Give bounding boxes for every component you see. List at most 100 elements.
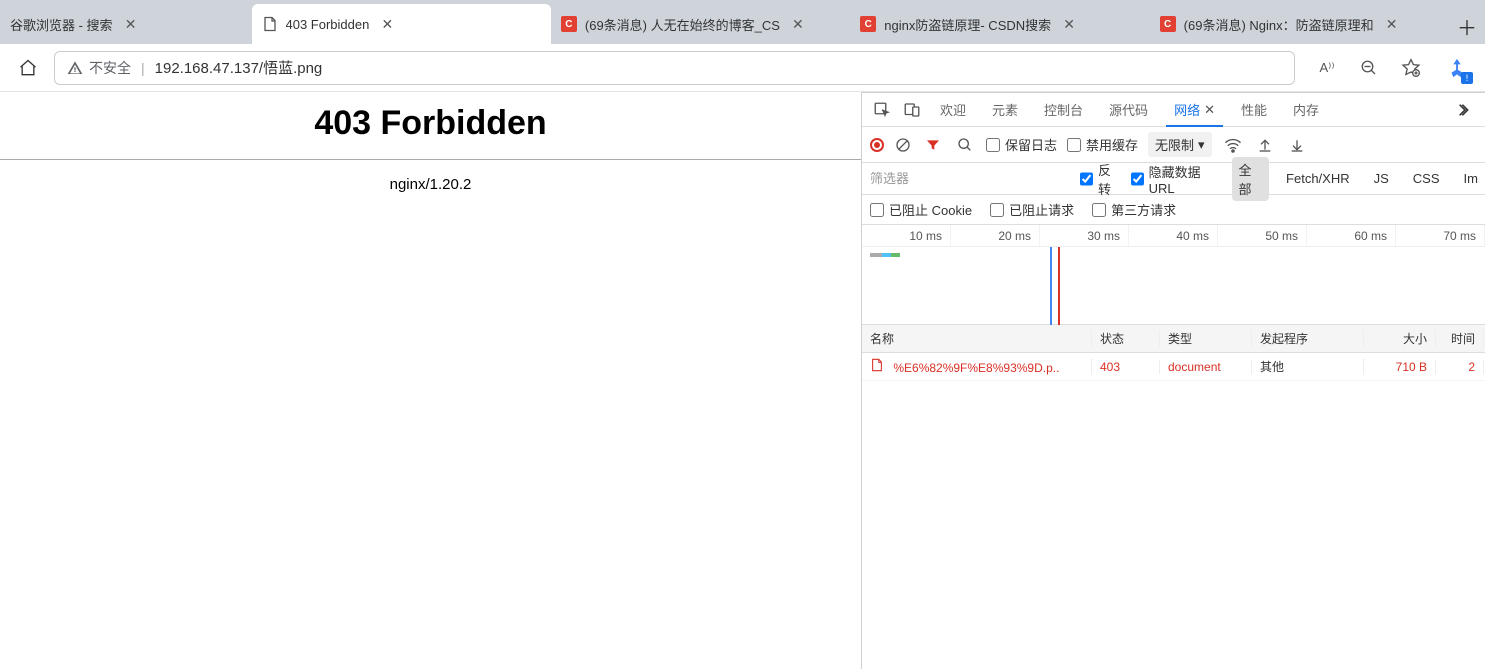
tab-title: (69条消息) 人无在始终的博客_CS xyxy=(585,15,780,34)
preserve-log-checkbox[interactable]: 保留日志 xyxy=(986,135,1057,154)
cell-status: 403 xyxy=(1092,360,1160,374)
error-title: 403 Forbidden xyxy=(0,104,861,143)
header-status[interactable]: 状态 xyxy=(1092,330,1160,347)
filter-type-css[interactable]: CSS xyxy=(1406,168,1447,189)
filter-type-img[interactable]: Im xyxy=(1457,168,1485,189)
url-box[interactable]: 不安全 | 192.168.47.137/悟蓝.png xyxy=(54,51,1295,85)
network-timeline[interactable]: 10 ms 20 ms 30 ms 40 ms 50 ms 60 ms 70 m… xyxy=(862,225,1485,325)
header-size[interactable]: 大小 xyxy=(1364,330,1436,347)
extension-button[interactable]: ! xyxy=(1437,48,1477,88)
devtools-tab-network[interactable]: 网络 ✕ xyxy=(1162,93,1227,127)
checkbox-label: 反转 xyxy=(1098,160,1121,198)
upload-icon[interactable] xyxy=(1254,134,1276,156)
home-button[interactable] xyxy=(8,48,48,88)
timeline-tick: 50 ms xyxy=(1218,225,1307,246)
disable-cache-checkbox[interactable]: 禁用缓存 xyxy=(1067,135,1138,154)
header-type[interactable]: 类型 xyxy=(1160,330,1252,347)
cell-initiator: 其他 xyxy=(1252,358,1364,375)
tab-title: 谷歌浏览器 - 搜索 xyxy=(10,15,113,34)
checkbox-input[interactable] xyxy=(990,203,1004,217)
filter-type-fetch[interactable]: Fetch/XHR xyxy=(1279,168,1357,189)
record-button[interactable] xyxy=(870,138,884,152)
header-time[interactable]: 时间 xyxy=(1436,330,1484,347)
header-name[interactable]: 名称 xyxy=(862,330,1092,347)
download-icon[interactable] xyxy=(1286,134,1308,156)
insecure-badge[interactable]: 不安全 xyxy=(67,58,131,78)
checkbox-input[interactable] xyxy=(1080,172,1093,186)
devtools-tab-memory[interactable]: 内存 xyxy=(1281,93,1331,127)
read-aloud-icon[interactable]: A⁾⁾ xyxy=(1309,50,1345,86)
checkbox-input[interactable] xyxy=(1131,172,1144,186)
filter-icon[interactable] xyxy=(922,134,944,156)
device-toggle-icon[interactable] xyxy=(898,96,926,124)
filter-type-js[interactable]: JS xyxy=(1367,168,1396,189)
server-info: nginx/1.20.2 xyxy=(0,176,861,193)
favorites-icon[interactable] xyxy=(1393,50,1429,86)
blocked-cookies-checkbox[interactable]: 已阻止 Cookie xyxy=(870,200,972,219)
close-icon[interactable]: ✕ xyxy=(1204,102,1215,118)
close-icon[interactable]: ✕ xyxy=(1384,16,1400,32)
zoom-out-icon[interactable] xyxy=(1351,50,1387,86)
url-text: 192.168.47.137/悟蓝.png xyxy=(155,57,323,78)
checkbox-input[interactable] xyxy=(870,203,884,217)
browser-tab-1[interactable]: 403 Forbidden ✕ xyxy=(252,4,551,44)
insecure-label: 不安全 xyxy=(89,58,131,78)
browser-tab-2[interactable]: C (69条消息) 人无在始终的博客_CS ✕ xyxy=(551,4,850,44)
filter-type-all[interactable]: 全部 xyxy=(1232,157,1270,201)
address-actions: A⁾⁾ xyxy=(1309,50,1429,86)
throttling-select[interactable]: 无限制 ▾ xyxy=(1148,132,1212,157)
table-row[interactable]: %E6%82%9F%E8%93%9D.p.. 403 document 其他 7… xyxy=(862,353,1485,381)
domcontent-line xyxy=(1050,247,1052,325)
checkbox-input[interactable] xyxy=(1067,138,1081,152)
chevron-right-icon[interactable] xyxy=(1451,96,1479,124)
browser-tab-0[interactable]: 谷歌浏览器 - 搜索 ✕ xyxy=(0,4,252,44)
address-bar: 不安全 | 192.168.47.137/悟蓝.png A⁾⁾ ! xyxy=(0,44,1485,92)
close-icon[interactable]: ✕ xyxy=(1061,16,1077,32)
devtools-tab-sources[interactable]: 源代码 xyxy=(1097,93,1160,127)
checkbox-input[interactable] xyxy=(986,138,1000,152)
blocked-requests-checkbox[interactable]: 已阻止请求 xyxy=(990,200,1074,219)
invert-checkbox[interactable]: 反转 xyxy=(1080,160,1121,198)
devtools-tab-performance[interactable]: 性能 xyxy=(1229,93,1279,127)
request-bar xyxy=(870,253,900,257)
hide-data-urls-checkbox[interactable]: 隐藏数据 URL xyxy=(1131,162,1222,196)
browser-tab-4[interactable]: C (69条消息) Nginx：防盗链原理和 ✕ xyxy=(1150,4,1449,44)
close-icon[interactable]: ✕ xyxy=(123,16,139,32)
header-initiator[interactable]: 发起程序 xyxy=(1252,330,1364,347)
checkbox-input[interactable] xyxy=(1092,203,1106,217)
chevron-down-icon: ▾ xyxy=(1198,137,1205,153)
main-area: 403 Forbidden nginx/1.20.2 欢迎 元素 控制台 源代码… xyxy=(0,92,1485,669)
browser-tab-bar: 谷歌浏览器 - 搜索 ✕ 403 Forbidden ✕ C (69条消息) 人… xyxy=(0,0,1485,44)
new-tab-button[interactable]: ＋ xyxy=(1449,8,1485,44)
divider xyxy=(0,159,861,160)
devtools-tab-elements[interactable]: 元素 xyxy=(980,93,1030,127)
devtools-tab-console[interactable]: 控制台 xyxy=(1032,93,1095,127)
filter-input[interactable] xyxy=(870,168,1070,190)
file-icon xyxy=(870,358,884,372)
network-toolbar: 保留日志 禁用缓存 无限制 ▾ xyxy=(862,127,1485,163)
checkbox-label: 禁用缓存 xyxy=(1086,135,1138,154)
devtools-tabbar: 欢迎 元素 控制台 源代码 网络 ✕ 性能 内存 xyxy=(862,93,1485,127)
separator: | xyxy=(141,60,145,76)
browser-tab-3[interactable]: C nginx防盗链原理- CSDN搜索 ✕ xyxy=(850,4,1149,44)
cell-name: %E6%82%9F%E8%93%9D.p.. xyxy=(862,358,1092,375)
close-icon[interactable]: ✕ xyxy=(379,16,395,32)
devtools-tab-welcome[interactable]: 欢迎 xyxy=(928,93,978,127)
inspect-icon[interactable] xyxy=(868,96,896,124)
network-conditions-icon[interactable] xyxy=(1222,134,1244,156)
search-icon[interactable] xyxy=(954,134,976,156)
timeline-tick: 40 ms xyxy=(1129,225,1218,246)
timeline-ruler: 10 ms 20 ms 30 ms 40 ms 50 ms 60 ms 70 m… xyxy=(862,225,1485,247)
timeline-tick: 60 ms xyxy=(1307,225,1396,246)
close-icon[interactable]: ✕ xyxy=(790,16,806,32)
network-filter-bar: 反转 隐藏数据 URL 全部 Fetch/XHR JS CSS Im xyxy=(862,163,1485,195)
clear-button[interactable] xyxy=(894,136,912,154)
timeline-tick: 30 ms xyxy=(1040,225,1129,246)
load-line xyxy=(1058,247,1060,325)
checkbox-label: 第三方请求 xyxy=(1111,200,1176,219)
third-party-checkbox[interactable]: 第三方请求 xyxy=(1092,200,1176,219)
timeline-tick: 70 ms xyxy=(1396,225,1485,246)
csdn-icon: C xyxy=(860,16,876,32)
tab-title: 403 Forbidden xyxy=(286,17,370,32)
csdn-icon: C xyxy=(1160,16,1176,32)
